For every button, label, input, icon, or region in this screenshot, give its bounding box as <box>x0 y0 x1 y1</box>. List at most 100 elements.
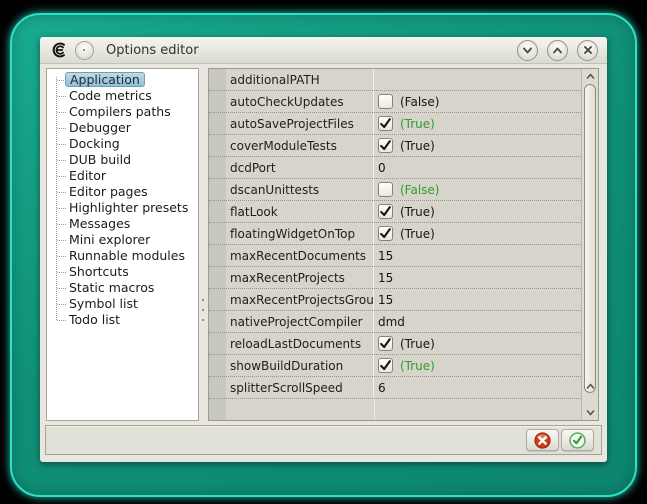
property-row[interactable]: floatingWidgetOnTop (True) <box>209 223 581 245</box>
window-menu-icon[interactable] <box>75 41 94 60</box>
titlebar[interactable]: Options editor <box>40 37 607 64</box>
property-value-label: (True) <box>400 117 435 131</box>
scroll-up-button[interactable] <box>583 70 597 83</box>
property-row[interactable]: flatLook (True) <box>209 201 581 223</box>
property-value: 6 <box>374 381 581 395</box>
property-name: dcdPort <box>226 157 374 178</box>
property-value: 15 <box>374 249 581 263</box>
vertical-scrollbar[interactable] <box>581 69 598 420</box>
property-row[interactable]: maxRecentProjectsGrou 15 <box>209 289 581 311</box>
property-value-label: 6 <box>378 381 386 395</box>
cancel-button[interactable] <box>526 429 559 451</box>
property-name: floatingWidgetOnTop <box>226 223 374 244</box>
property-row[interactable]: reloadLastDocuments (True) <box>209 333 581 355</box>
property-row[interactable]: autoSaveProjectFiles (True) <box>209 113 581 135</box>
property-row[interactable]: autoCheckUpdates (False) <box>209 91 581 113</box>
property-name: autoSaveProjectFiles <box>226 113 374 134</box>
checkbox[interactable] <box>378 336 393 351</box>
tree-item-label: Docking <box>69 136 120 152</box>
close-button[interactable] <box>577 40 598 61</box>
scrollbar-thumb[interactable] <box>584 84 596 393</box>
tree-item-label: Static macros <box>69 280 154 296</box>
property-value: dmd <box>374 315 581 329</box>
accept-button[interactable] <box>561 429 594 451</box>
property-row[interactable]: splitterScrollSpeed 6 <box>209 377 581 399</box>
property-value-label: 15 <box>378 271 393 285</box>
tree-item-label: Editor pages <box>69 184 148 200</box>
unshade-button[interactable] <box>547 40 568 61</box>
tree-item[interactable]: Mini explorer <box>47 232 198 248</box>
property-value: 0 <box>374 161 581 175</box>
scroll-up-button-bottom[interactable] <box>583 380 597 393</box>
checkbox[interactable] <box>378 204 393 219</box>
categories-tree: Application Code metrics Compilers paths… <box>46 68 199 421</box>
property-value-label: (True) <box>400 139 435 153</box>
property-name: maxRecentProjectsGrou <box>226 289 374 310</box>
tree-item[interactable]: Debugger <box>47 120 198 136</box>
tree-item[interactable]: Shortcuts <box>47 264 198 280</box>
tree-item-label: Todo list <box>69 312 120 328</box>
checkbox[interactable] <box>378 226 393 241</box>
property-name: nativeProjectCompiler <box>226 311 374 332</box>
property-row[interactable]: maxRecentProjects 15 <box>209 267 581 289</box>
property-row[interactable]: additionalPATH <box>209 69 581 91</box>
property-row[interactable]: maxRecentDocuments 15 <box>209 245 581 267</box>
tree-item[interactable]: Editor <box>47 168 198 184</box>
tree-item-label: Shortcuts <box>69 264 129 280</box>
property-name: additionalPATH <box>226 69 374 90</box>
checkbox[interactable] <box>378 182 393 197</box>
checkbox[interactable] <box>378 116 393 131</box>
property-row[interactable]: dcdPort 0 <box>209 157 581 179</box>
property-name: flatLook <box>226 201 374 222</box>
property-value: (True) <box>374 204 581 219</box>
tree-item[interactable]: Messages <box>47 216 198 232</box>
property-value: 15 <box>374 293 581 307</box>
tree-item[interactable]: Application <box>47 72 198 88</box>
tree-item[interactable]: Compilers paths <box>47 104 198 120</box>
property-value: (True) <box>374 358 581 373</box>
tree-item-label: Editor <box>69 168 106 184</box>
window-title: Options editor <box>106 43 199 58</box>
property-row[interactable]: dscanUnittests (False) <box>209 179 581 201</box>
tree-item[interactable]: Todo list <box>47 312 198 328</box>
property-value: 15 <box>374 271 581 285</box>
property-value-label: (True) <box>400 359 435 373</box>
tree-item[interactable]: Docking <box>47 136 198 152</box>
tree-item[interactable]: Highlighter presets <box>47 200 198 216</box>
tree-item-label: Compilers paths <box>69 104 171 120</box>
tree-item[interactable]: DUB build <box>47 152 198 168</box>
button-bar <box>45 425 602 455</box>
property-rows: additionalPATH autoCheckUpdates <box>209 69 581 420</box>
property-value-label: (True) <box>400 205 435 219</box>
desktop-background: Options editor Ap <box>0 0 647 504</box>
tree-item[interactable]: Editor pages <box>47 184 198 200</box>
options-editor-window: Options editor Ap <box>40 37 607 462</box>
panel-splitter[interactable] <box>200 299 206 321</box>
window-frame: Options editor Ap <box>10 13 637 497</box>
tree-item[interactable]: Code metrics <box>47 88 198 104</box>
property-name: dscanUnittests <box>226 179 374 200</box>
property-row[interactable]: showBuildDuration (True) <box>209 355 581 377</box>
property-row[interactable]: coverModuleTests (True) <box>209 135 581 157</box>
tree-item[interactable]: Static macros <box>47 280 198 296</box>
property-value-label: 15 <box>378 249 393 263</box>
checkbox[interactable] <box>378 358 393 373</box>
checkbox[interactable] <box>378 94 393 109</box>
property-value-label: (True) <box>400 337 435 351</box>
property-row[interactable]: nativeProjectCompiler dmd <box>209 311 581 333</box>
property-name: maxRecentProjects <box>226 267 374 288</box>
property-value: (True) <box>374 116 581 131</box>
tree-item[interactable]: Runnable modules <box>47 248 198 264</box>
tree-item-label: Highlighter presets <box>69 200 188 216</box>
tree-item[interactable]: Symbol list <box>47 296 198 312</box>
scroll-down-button[interactable] <box>583 406 597 419</box>
tree-item-label: Messages <box>69 216 130 232</box>
property-value: (True) <box>374 226 581 241</box>
property-name: showBuildDuration <box>226 355 374 376</box>
tree-item-label: Code metrics <box>69 88 152 104</box>
checkbox[interactable] <box>378 138 393 153</box>
property-value-label: 0 <box>378 161 386 175</box>
property-name: splitterScrollSpeed <box>226 377 374 398</box>
shade-button[interactable] <box>517 40 538 61</box>
property-value: (False) <box>374 182 581 197</box>
